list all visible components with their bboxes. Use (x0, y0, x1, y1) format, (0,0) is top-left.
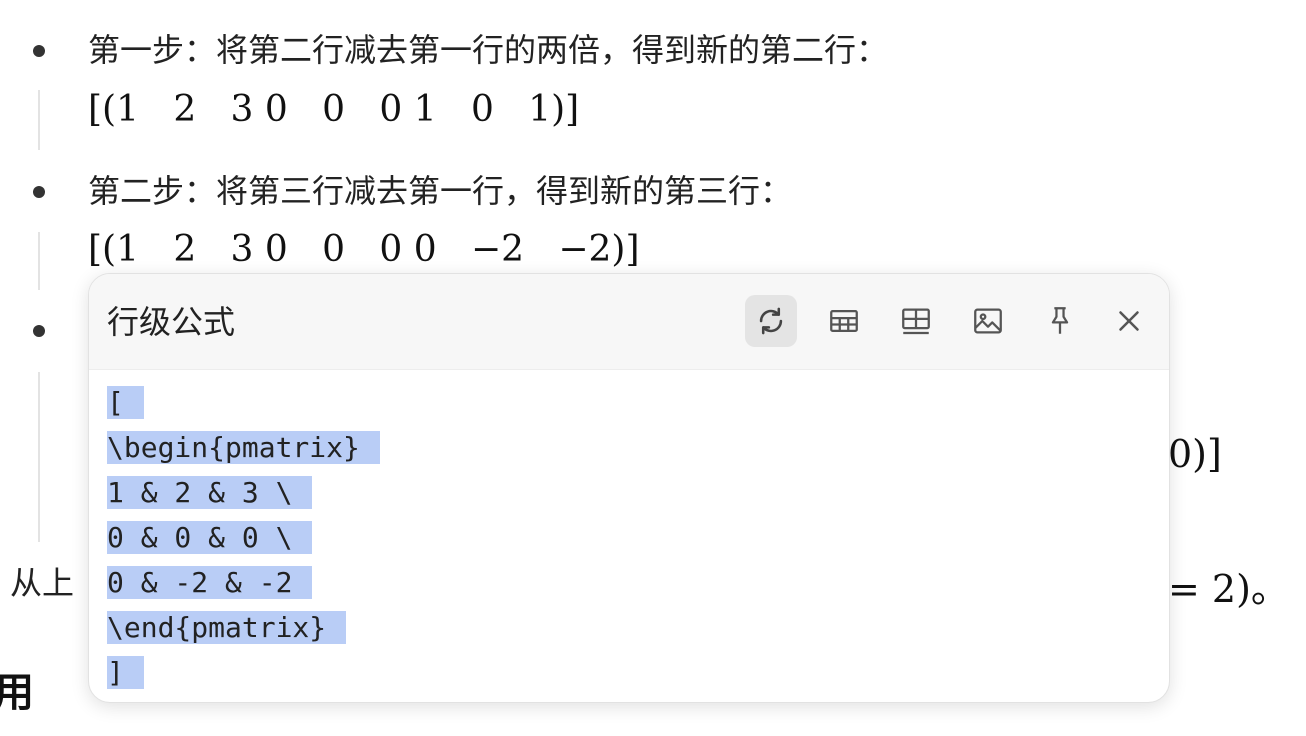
conclusion-text-start: 从上 (10, 565, 75, 601)
section-heading-fragment: 用 (0, 671, 34, 715)
grid-table-icon (902, 308, 930, 335)
code-line-text: \end{pmatrix} (107, 611, 347, 644)
conclusion-text-end: = 2)。 (1168, 567, 1289, 611)
code-line[interactable]: 0 & 0 & 0 \ (107, 515, 1151, 560)
code-line-text: [ (107, 386, 144, 419)
formula-indent-line (38, 232, 40, 290)
code-line[interactable]: ] (107, 650, 1151, 695)
formula-indent-line (38, 372, 40, 542)
code-line-text: 0 & -2 & -2 (107, 566, 313, 599)
pin-icon (1051, 307, 1069, 334)
step-2-text: 第二步：将第三行减去第一行，得到新的第三行： (88, 173, 793, 209)
code-line-text: \begin{pmatrix} (107, 431, 380, 464)
close-icon (1119, 311, 1139, 331)
step-2-formula[interactable]: [(1 2 3 0 0 0 0 −2 −2)] (88, 226, 640, 274)
code-line-text: 1 & 2 & 3 \ (107, 476, 313, 509)
code-line[interactable]: \begin{pmatrix} (107, 425, 1151, 470)
refresh-icon (759, 307, 783, 335)
code-line[interactable]: 0 & -2 & -2 (107, 560, 1151, 605)
close-button[interactable] (1103, 295, 1155, 347)
step-1-text: 第一步：将第二行减去第一行的两倍，得到新的第二行： (88, 32, 889, 68)
code-line-text: 0 & 0 & 0 \ (107, 521, 313, 554)
popup-title: 行级公式 (107, 304, 236, 340)
list-bullet (33, 186, 45, 198)
code-line[interactable]: [ (107, 380, 1151, 425)
table-icon (830, 309, 858, 333)
insert-image-button[interactable] (962, 295, 1014, 347)
popup-header: 行级公式 (89, 274, 1169, 370)
insert-table-button[interactable] (818, 295, 870, 347)
list-bullet (33, 45, 45, 57)
latex-code-editor[interactable]: [ \begin{pmatrix} 1 & 2 & 3 \ 0 & 0 & 0 … (107, 380, 1151, 692)
grid-table-button[interactable] (890, 295, 942, 347)
code-line[interactable]: \end{pmatrix} (107, 605, 1151, 650)
formula-editor-popup[interactable]: 行级公式 [\begin{pmatrix} 1 & 2 & 3 \ 0 & 0… (88, 273, 1170, 703)
pin-button[interactable] (1034, 295, 1086, 347)
refresh-button[interactable] (745, 295, 797, 347)
code-line[interactable]: 1 & 2 & 3 \ (107, 470, 1151, 515)
code-line-text: ] (107, 656, 144, 689)
list-bullet (33, 325, 45, 337)
image-icon (974, 308, 1002, 334)
step-3-formula-tail[interactable]: 0)] (1168, 432, 1222, 476)
step-1-formula[interactable]: [(1 2 3 0 0 0 1 0 1)] (88, 86, 579, 134)
formula-indent-line (38, 90, 40, 150)
